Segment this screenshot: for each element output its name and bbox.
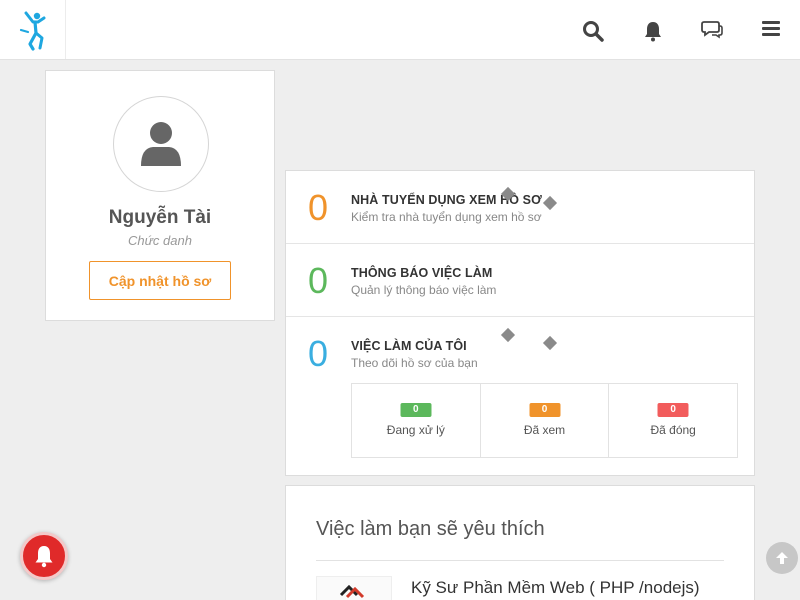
bell-icon: [35, 546, 53, 568]
notifications-button[interactable]: [638, 14, 668, 48]
count-badge: 0: [400, 403, 432, 417]
stat-job-alerts[interactable]: 0 THÔNG BÁO VIỆC LÀM Quản lý thông báo v…: [286, 244, 754, 317]
my-jobs-label: Đã xem: [523, 423, 566, 437]
profile-job-title: Chức danh: [128, 233, 192, 248]
stat-subtitle: Quản lý thông báo việc làm: [351, 283, 497, 297]
stat-title: VIỆC LÀM CỦA TÔI: [351, 339, 467, 353]
suggested-jobs-panel: Việc làm bạn sẽ yêu thích Kỹ Sư Phần Mềm…: [285, 485, 755, 600]
stat-title: THÔNG BÁO VIỆC LÀM: [351, 266, 493, 280]
stat-subtitle: Kiểm tra nhà tuyển dụng xem hồ sơ: [351, 210, 542, 224]
menu-button[interactable]: [756, 11, 786, 45]
my-jobs-label: Đã đóng: [650, 423, 696, 437]
my-jobs-label: Đang xử lý: [386, 423, 445, 437]
profile-card: Nguyễn Tài Chức danh Cập nhật hồ sơ: [45, 70, 275, 321]
company-logo[interactable]: [316, 576, 392, 600]
dashboard-stats-panel: 0 NHÀ TUYỂN DỤNG XEM HỒ SƠ Kiểm tra nhà …: [285, 170, 755, 476]
company-logo-icon: [339, 584, 365, 599]
count-badge: 0: [529, 403, 560, 417]
suggested-jobs-heading: Việc làm bạn sẽ yêu thích: [316, 518, 545, 540]
chat-icon: [701, 21, 723, 39]
user-icon: [141, 122, 181, 166]
stat-subtitle: Theo dõi hồ sơ của bạn: [351, 356, 478, 370]
stat-count: 0: [308, 260, 329, 301]
stat-count: 0: [308, 333, 329, 374]
messages-button[interactable]: [697, 12, 727, 46]
avatar[interactable]: [113, 96, 209, 192]
search-button[interactable]: [578, 14, 608, 48]
divider: [316, 560, 724, 561]
bell-icon: [645, 22, 661, 42]
runner-logo-icon: [19, 11, 46, 51]
stat-count: 0: [308, 187, 329, 228]
hamburger-menu-icon: [762, 21, 780, 36]
job-title-link[interactable]: Kỹ Sư Phần Mềm Web ( PHP /nodejs): [411, 578, 700, 598]
arrow-up-icon: [776, 552, 788, 564]
my-jobs-breakdown: 0 Đang xử lý 0 Đã xem 0 Đã đóng: [351, 383, 738, 458]
update-profile-button[interactable]: Cập nhật hồ sơ: [89, 261, 231, 300]
search-icon: [583, 21, 604, 42]
count-badge: 0: [657, 403, 689, 417]
stat-employer-views[interactable]: 0 NHÀ TUYỂN DỤNG XEM HỒ SƠ Kiểm tra nhà …: [286, 171, 754, 244]
profile-name: Nguyễn Tài: [108, 207, 212, 228]
my-jobs-closed[interactable]: 0 Đã đóng: [609, 384, 737, 457]
my-jobs-processing[interactable]: 0 Đang xử lý: [352, 384, 481, 457]
my-jobs-viewed[interactable]: 0 Đã xem: [481, 384, 610, 457]
scroll-to-top-button[interactable]: [766, 542, 798, 574]
logo-link[interactable]: [0, 0, 66, 59]
top-header: [0, 0, 800, 60]
push-notification-button[interactable]: [20, 532, 68, 580]
